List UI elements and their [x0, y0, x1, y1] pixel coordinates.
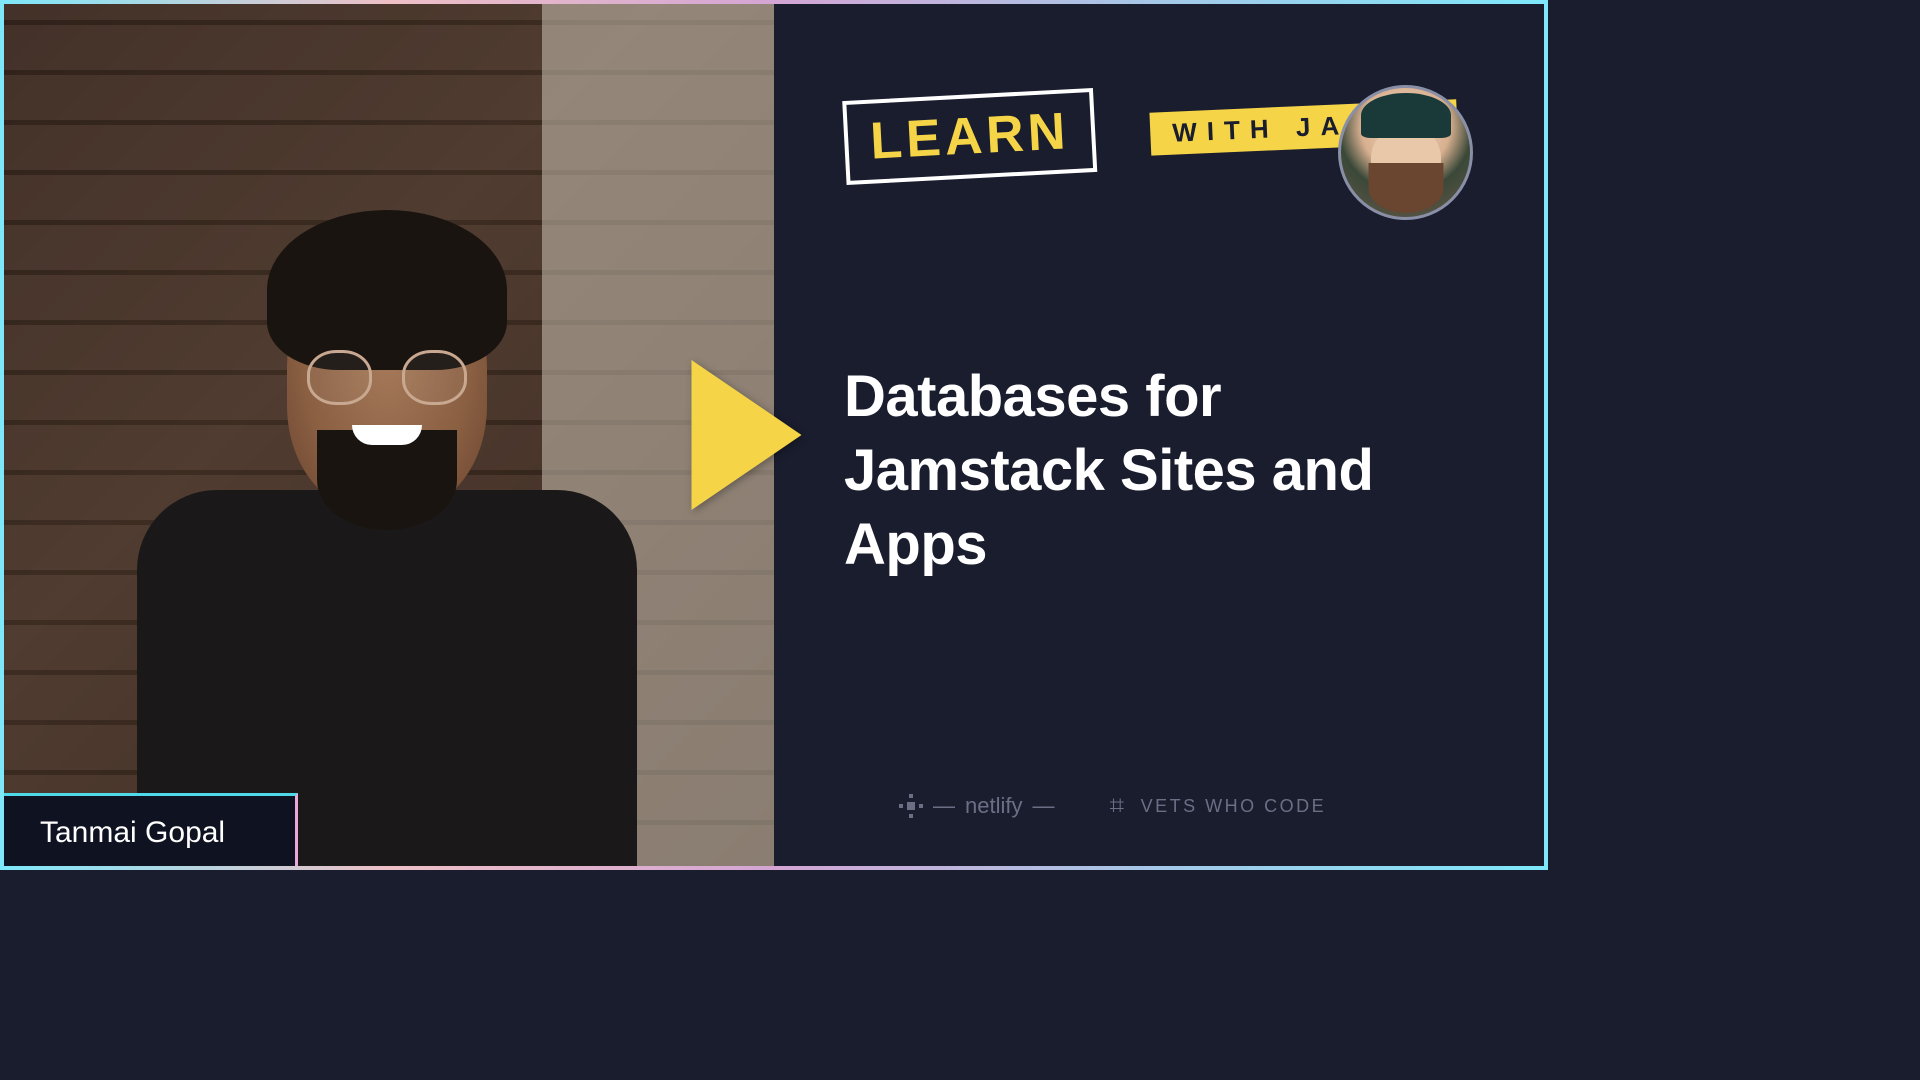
guest-silhouette	[177, 190, 597, 870]
guest-beard	[317, 430, 457, 530]
logo-learn-text: LEARN	[869, 102, 1071, 170]
host-beard	[1368, 163, 1443, 213]
host-face	[1371, 128, 1441, 203]
lens-right	[402, 350, 467, 405]
logo-learn-box: LEARN	[842, 88, 1097, 185]
guest-photo-panel: Tanmai Gopal	[0, 0, 774, 870]
info-panel: LEARN WITH JASON Databases for Jamstack …	[774, 0, 1548, 870]
episode-title: Databases for Jamstack Sites and Apps	[844, 360, 1488, 583]
guest-name-plate: Tanmai Gopal	[0, 793, 298, 870]
guest-name-text: Tanmai Gopal	[40, 816, 225, 849]
guest-head	[287, 250, 487, 510]
sponsor-vets-text: VETS WHO CODE	[1141, 796, 1327, 817]
sponsor-netlify-text: netlify	[965, 793, 1022, 819]
guest-photo	[0, 0, 774, 870]
host-hat	[1361, 93, 1451, 138]
host-avatar	[1338, 85, 1473, 220]
vets-hash-icon: ⌗	[1109, 790, 1126, 822]
guest-smile	[352, 425, 422, 445]
guest-hair	[267, 210, 507, 370]
sponsor-netlify: — netlify —	[899, 793, 1054, 819]
thumbnail-container: Tanmai Gopal LEARN WITH JASON Databases …	[0, 0, 1548, 870]
lens-left	[307, 350, 372, 405]
netlify-icon	[899, 794, 923, 818]
sponsor-vets: ⌗ VETS WHO CODE	[1109, 790, 1326, 822]
guest-glasses	[307, 350, 467, 400]
play-button-icon[interactable]	[692, 360, 802, 510]
sponsors-row: — netlify — ⌗ VETS WHO CODE	[899, 790, 1326, 822]
